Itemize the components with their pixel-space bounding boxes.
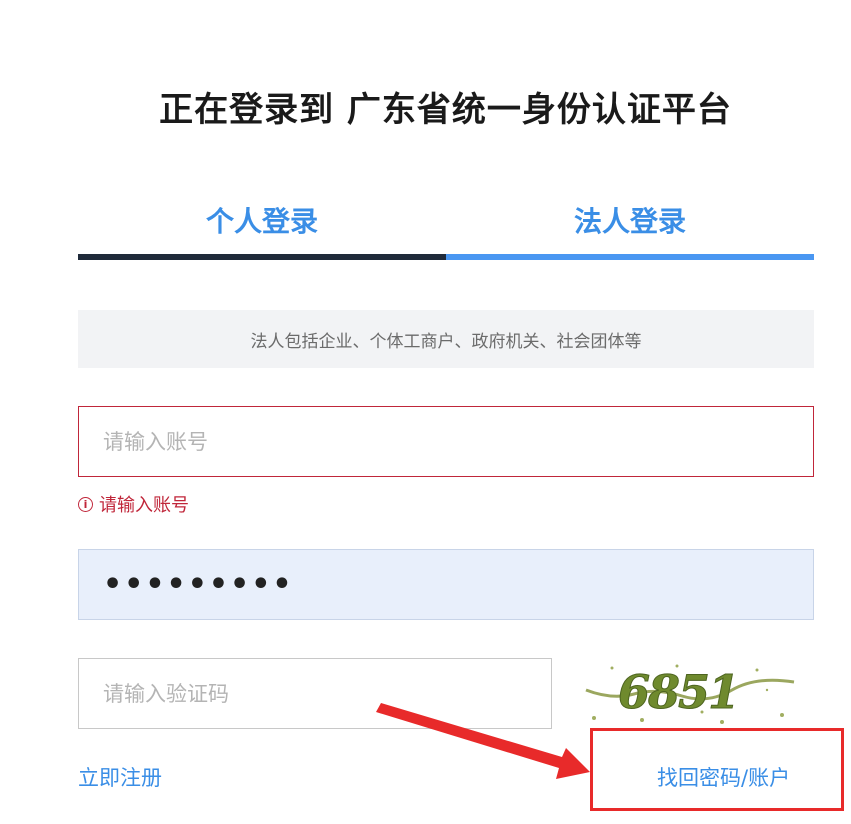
tab-indicator-legal	[446, 254, 814, 260]
login-page: 正在登录到 广东省统一身份认证平台 个人登录 法人登录 法人包括企业、个体工商户…	[0, 0, 851, 824]
account-error-text: 请输入账号	[99, 495, 189, 516]
account-error-message: i 请输入账号	[78, 491, 189, 517]
tab-personal-login[interactable]: 个人登录	[78, 200, 446, 244]
captcha-input[interactable]	[78, 658, 552, 729]
legal-entity-notice: 法人包括企业、个体工商户、政府机关、社会团体等	[78, 310, 814, 368]
info-circle-icon: i	[78, 496, 93, 512]
captcha-image[interactable]: 6851	[582, 660, 802, 726]
password-input[interactable]	[78, 549, 814, 620]
account-input[interactable]	[78, 406, 814, 477]
page-title: 正在登录到 广东省统一身份认证平台	[159, 90, 732, 130]
tab-legal-login[interactable]: 法人登录	[446, 200, 814, 244]
register-link[interactable]: 立即注册	[78, 762, 162, 792]
tab-indicator-personal	[78, 254, 446, 260]
captcha-text: 6851	[618, 665, 738, 719]
annotation-highlight-box	[590, 728, 844, 811]
